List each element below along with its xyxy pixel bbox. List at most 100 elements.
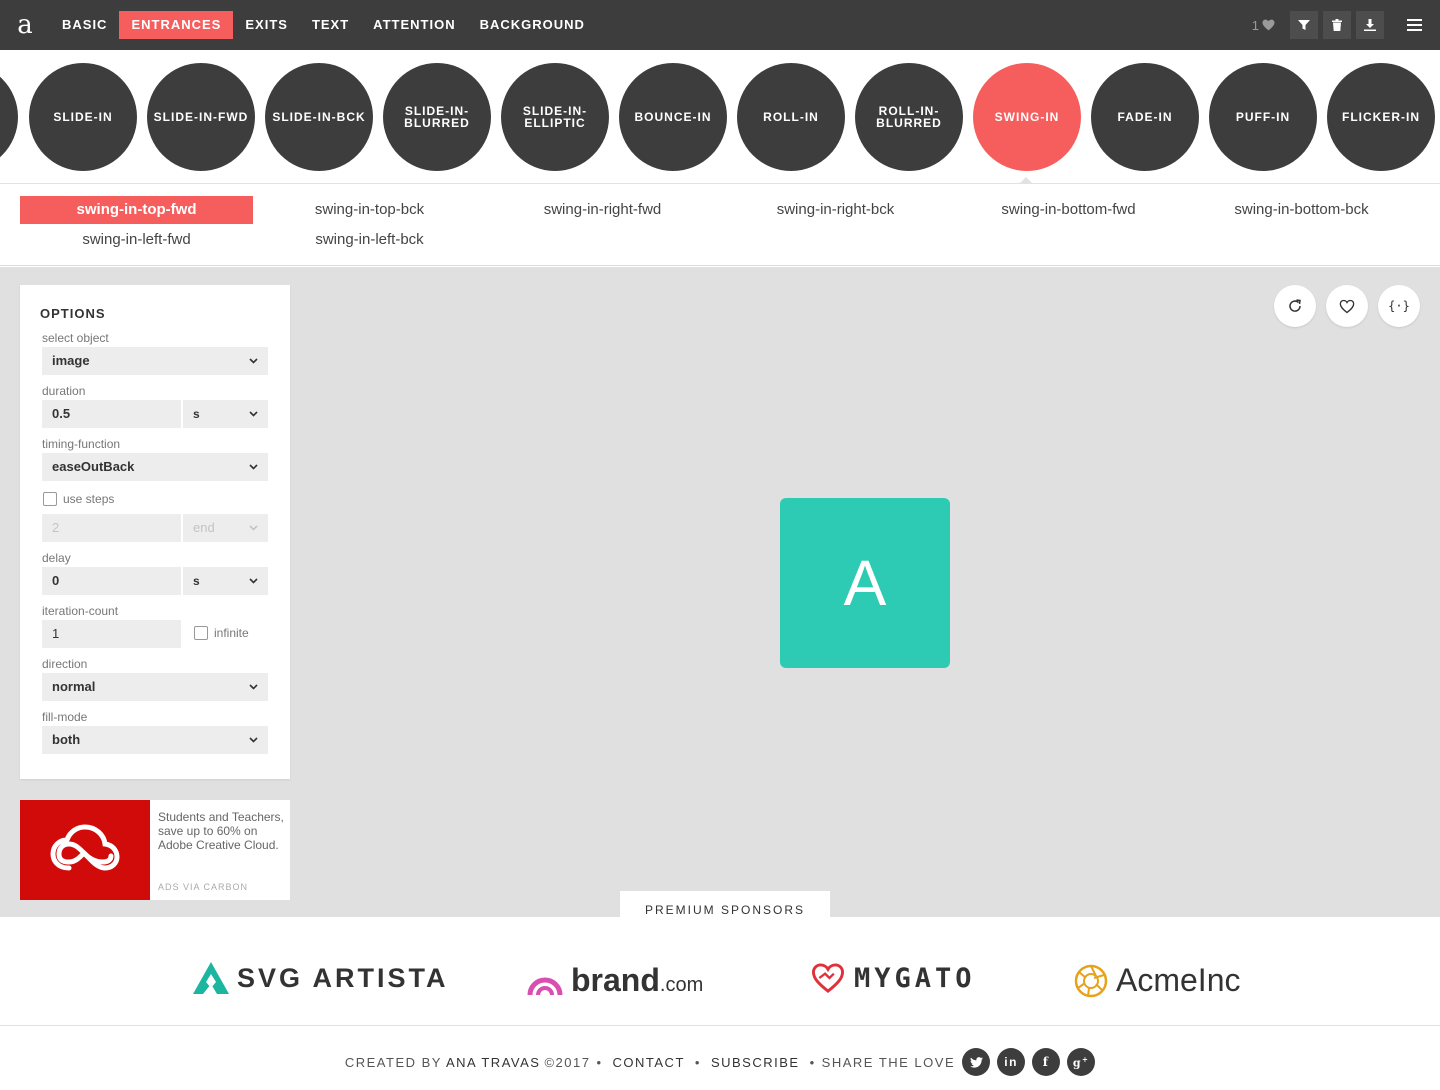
code-icon: {·} <box>1388 299 1410 313</box>
google-plus-icon: g+ <box>1072 1054 1090 1070</box>
author-link[interactable]: ANA TRAVAS <box>446 1055 540 1070</box>
use-steps-checkbox[interactable] <box>43 492 57 506</box>
carousel-item-slide-in-fwd[interactable]: SLIDE-IN-FWD <box>147 63 255 171</box>
sponsor-name: SVG ARTISTA <box>237 962 449 993</box>
menu-icon <box>1406 19 1422 31</box>
toolbar: 1 <box>1252 0 1440 50</box>
direction-label: direction <box>42 657 88 671</box>
carousel-item-label: SLIDE-IN-BCK <box>272 110 366 124</box>
acme-aperture-icon <box>1074 964 1108 997</box>
iteration-count-input[interactable]: 1 <box>42 620 181 648</box>
duration-unit-select[interactable]: s <box>183 400 268 428</box>
download-button[interactable] <box>1356 11 1384 39</box>
carousel-item-label: FADE-IN <box>1117 110 1173 124</box>
infinite-label: infinite <box>214 626 249 640</box>
carousel-item-roll-in[interactable]: ROLL-IN <box>737 63 845 171</box>
nav-basic[interactable]: BASIC <box>50 11 119 39</box>
delay-unit-value: s <box>193 574 200 588</box>
filter-button[interactable] <box>1290 11 1318 39</box>
svg-artista-logo-icon <box>193 962 229 994</box>
carousel-item-slide-in-blurred[interactable]: SLIDE-IN- BLURRED <box>383 63 491 171</box>
generate-code-button[interactable]: {·} <box>1378 285 1420 327</box>
favorite-button[interactable] <box>1326 285 1368 327</box>
subscribe-link[interactable]: SUBSCRIBE <box>711 1055 800 1070</box>
carousel-item-label: FLICKER-IN <box>1342 110 1420 124</box>
heart-icon <box>1339 299 1355 313</box>
animation-carousel: SLIDE-IN SLIDE-IN-FWD SLIDE-IN-BCK SLIDE… <box>0 50 1440 184</box>
carousel-item-puff-in[interactable]: PUFF-IN <box>1209 63 1317 171</box>
carousel-item-label: SLIDE-IN- BLURRED <box>404 104 470 130</box>
iteration-count-label: iteration-count <box>42 604 119 618</box>
carousel-item-flicker-in[interactable]: FLICKER-IN <box>1327 63 1435 171</box>
carousel-item-swing-in[interactable]: SWING-IN <box>973 63 1081 171</box>
delay-label: delay <box>42 551 71 565</box>
linkedin-button[interactable]: in <box>997 1048 1026 1076</box>
carousel-item-slide-in[interactable]: SLIDE-IN <box>29 63 137 171</box>
twitter-button[interactable] <box>962 1048 991 1076</box>
nav-entrances[interactable]: ENTRANCES <box>119 11 234 39</box>
variant-item[interactable]: swing-in-top-fwd <box>20 196 253 224</box>
chevron-down-icon <box>249 358 258 364</box>
variant-item[interactable]: swing-in-left-bck <box>253 226 486 254</box>
facebook-button[interactable]: f <box>1032 1048 1061 1076</box>
carousel-item-label: ROLL-IN- BLURRED <box>876 104 942 130</box>
variant-item[interactable]: swing-in-bottom-bck <box>1185 196 1418 224</box>
infinite-checkbox[interactable] <box>194 626 208 640</box>
timing-function-dropdown[interactable]: easeOutBack <box>42 453 268 481</box>
nav-text[interactable]: TEXT <box>300 11 361 39</box>
carousel-item-fade-in[interactable]: FADE-IN <box>1091 63 1199 171</box>
delay-input[interactable]: 0 <box>42 567 181 595</box>
app-logo[interactable]: a <box>0 0 50 50</box>
direction-dropdown[interactable]: normal <box>42 673 268 701</box>
carousel-item-partial[interactable] <box>0 63 18 171</box>
filter-icon <box>1298 20 1310 30</box>
fill-mode-label: fill-mode <box>42 710 88 724</box>
fill-mode-dropdown[interactable]: both <box>42 726 268 754</box>
nav-attention[interactable]: ATTENTION <box>361 11 467 39</box>
sponsor-name: AcmeInc <box>1116 962 1241 998</box>
variant-item[interactable]: swing-in-top-bck <box>253 196 486 224</box>
delay-unit-select[interactable]: s <box>183 567 268 595</box>
variant-item[interactable]: swing-in-right-fwd <box>486 196 719 224</box>
options-panel: OPTIONS select object image duration 0.5… <box>20 285 290 779</box>
carousel-item-slide-in-bck[interactable]: SLIDE-IN-BCK <box>265 63 373 171</box>
steps-position-select[interactable]: end <box>183 514 268 542</box>
carousel-item-label: SWING-IN <box>994 110 1060 124</box>
google-plus-button[interactable]: g+ <box>1067 1048 1096 1076</box>
chevron-down-icon <box>249 464 258 470</box>
trash-icon <box>1332 19 1342 31</box>
nav-background[interactable]: BACKGROUND <box>468 11 597 39</box>
favorites-counter[interactable]: 1 <box>1252 18 1275 33</box>
sponsor-acmeinc[interactable]: AcmeInc <box>1074 962 1240 999</box>
duration-input[interactable]: 0.5 <box>42 400 181 428</box>
carousel-item-label: SLIDE-IN <box>53 110 113 124</box>
delete-button[interactable] <box>1323 11 1351 39</box>
carousel-item-roll-in-blurred[interactable]: ROLL-IN- BLURRED <box>855 63 963 171</box>
variant-item[interactable]: swing-in-left-fwd <box>20 226 253 254</box>
sponsor-brand-com[interactable]: brand.com <box>527 962 703 999</box>
download-icon <box>1364 19 1376 31</box>
twitter-icon <box>969 1056 983 1068</box>
sponsors-bar: SVG ARTISTA brand.com MYGATO AcmeInc <box>0 917 1440 1026</box>
variant-item[interactable]: swing-in-right-bck <box>719 196 952 224</box>
premium-sponsors-tab: PREMIUM SPONSORS <box>620 891 830 917</box>
variant-item[interactable]: swing-in-bottom-fwd <box>952 196 1185 224</box>
refresh-icon <box>1289 299 1301 312</box>
ad-brand-logo <box>20 800 150 900</box>
replay-button[interactable] <box>1274 285 1316 327</box>
select-object-label: select object <box>42 331 109 345</box>
select-object-dropdown[interactable]: image <box>42 347 268 375</box>
sponsor-svg-artista[interactable]: SVG ARTISTA <box>193 962 449 994</box>
mygato-heart-icon <box>811 963 845 993</box>
sponsor-mygato[interactable]: MYGATO <box>810 962 976 994</box>
brand-logo-icon <box>527 977 563 995</box>
nav-exits[interactable]: EXITS <box>233 11 300 39</box>
contact-link[interactable]: CONTACT <box>613 1055 685 1070</box>
menu-button[interactable] <box>1388 0 1440 50</box>
steps-input[interactable]: 2 <box>42 514 181 542</box>
carousel-item-slide-in-elliptic[interactable]: SLIDE-IN- ELLIPTIC <box>501 63 609 171</box>
ad-via-label[interactable]: ADS VIA CARBON <box>158 882 248 892</box>
chevron-down-icon <box>249 684 258 690</box>
carbon-ad[interactable]: Students and Teachers, save up to 60% on… <box>20 800 290 900</box>
carousel-item-bounce-in[interactable]: BOUNCE-IN <box>619 63 727 171</box>
